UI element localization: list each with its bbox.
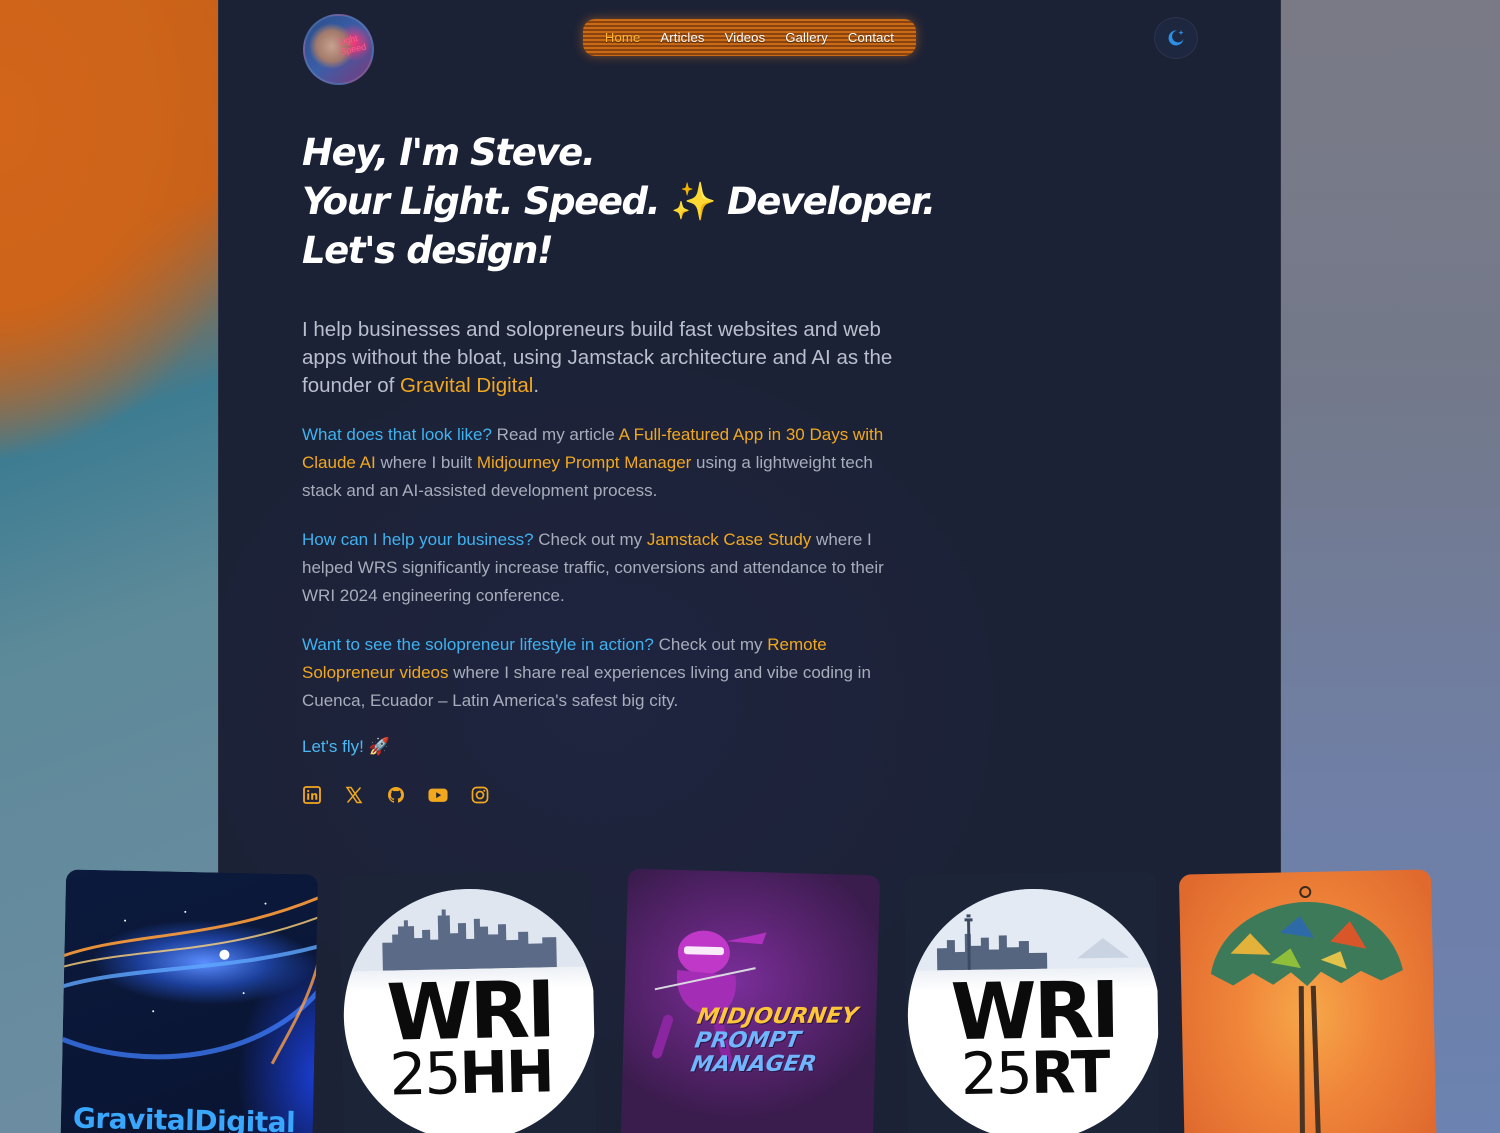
- hero-line-3: Let's design!: [302, 229, 554, 272]
- question-link-2[interactable]: How can I help your business?: [302, 530, 534, 549]
- wri-num: 25: [960, 1039, 1032, 1108]
- wri-25hh-text: 25HH: [344, 1036, 597, 1109]
- tiffany-lamp-graphic: [1210, 886, 1403, 1133]
- card-wri-25rt[interactable]: WRI 25RT: [903, 871, 1161, 1133]
- digital-text: Digital: [194, 1104, 296, 1133]
- avatar-neon-text: Light Speed: [337, 33, 368, 57]
- lets-fly-text: Let's fly!: [302, 737, 364, 756]
- hero-line-2a: Your Light. Speed.: [302, 180, 661, 223]
- para1-text-1: Read my article: [491, 425, 619, 444]
- lets-fly: Let's fly! 🚀: [302, 737, 390, 757]
- nav-contact[interactable]: Contact: [838, 30, 904, 45]
- para2-text-1: Check out my: [533, 530, 647, 549]
- gravital-digital-logo-text: GravitalDigital: [73, 1102, 296, 1133]
- theme-toggle-button[interactable]: [1154, 17, 1198, 59]
- nav-articles[interactable]: Articles: [650, 30, 714, 45]
- sparkles-emoji: ✨: [670, 180, 717, 223]
- instagram-icon[interactable]: [470, 785, 490, 805]
- wri-suffix: HH: [458, 1037, 554, 1108]
- ninja-graphic: [652, 930, 767, 1065]
- nav-gallery[interactable]: Gallery: [775, 30, 838, 45]
- lifestyle-paragraph: Want to see the solopreneur lifestyle in…: [302, 631, 902, 715]
- case-study-link[interactable]: Jamstack Case Study: [647, 530, 811, 549]
- midjourney-link[interactable]: Midjourney Prompt Manager: [477, 453, 691, 472]
- mj-line-1: MIDJOURNEY: [694, 1003, 860, 1030]
- midjourney-title: MIDJOURNEY PROMPT MANAGER: [687, 1003, 880, 1078]
- wri-num: 25: [388, 1039, 461, 1109]
- wri-25hh-logo: WRI 25HH: [341, 886, 598, 1133]
- business-paragraph: How can I help your business? Check out …: [302, 526, 902, 610]
- gravital-text: Gravital: [72, 1101, 195, 1133]
- gravital-digital-link[interactable]: Gravital Digital: [400, 374, 533, 397]
- question-link-1[interactable]: What does that look like?: [302, 425, 492, 444]
- hero-line-2b: Developer.: [726, 180, 936, 223]
- mj-line-2: PROMPT MANAGER: [688, 1027, 819, 1078]
- nav-videos[interactable]: Videos: [715, 30, 776, 45]
- card-gravital-digital[interactable]: GravitalDigital: [59, 869, 319, 1133]
- avatar[interactable]: Light Speed: [303, 14, 374, 85]
- card-wri-25hh[interactable]: WRI 25HH: [338, 870, 598, 1133]
- linkedin-icon[interactable]: [302, 785, 322, 805]
- card-midjourney-prompt-manager[interactable]: MIDJOURNEY PROMPT MANAGER: [619, 868, 881, 1133]
- seattle-skyline-graphic: [906, 887, 1160, 971]
- intro-paragraph: I help businesses and solopreneurs build…: [302, 316, 902, 400]
- youtube-icon[interactable]: [428, 785, 448, 805]
- moon-star-icon: [1168, 30, 1184, 46]
- social-links: [302, 785, 490, 805]
- intro-text: I help businesses and solopreneurs build…: [302, 318, 893, 397]
- article-paragraph: What does that look like? Read my articl…: [302, 421, 902, 505]
- hero-line-1: Hey, I'm Steve.: [302, 131, 596, 174]
- x-icon[interactable]: [344, 785, 364, 805]
- wri-suffix: RT: [1030, 1037, 1109, 1108]
- nav-home[interactable]: Home: [595, 30, 650, 45]
- hero-heading: Hey, I'm Steve. Your Light. Speed. ✨ Dev…: [302, 128, 936, 275]
- para3-text-1: Check out my: [653, 635, 768, 654]
- hero-line-2: Your Light. Speed. ✨ Developer.: [302, 177, 936, 226]
- card-tiffany-lamp[interactable]: [1178, 869, 1438, 1133]
- question-link-3[interactable]: Want to see the solopreneur lifestyle in…: [302, 635, 654, 654]
- city-skyline-graphic: [341, 886, 595, 972]
- wri-25rt-logo: WRI 25RT: [906, 887, 1161, 1133]
- wri-25rt-text: 25RT: [908, 1037, 1160, 1109]
- main-nav: Home Articles Videos Gallery Contact: [583, 19, 916, 56]
- github-icon[interactable]: [386, 785, 406, 805]
- rocket-icon: 🚀: [368, 737, 390, 756]
- intro-end: .: [533, 374, 540, 397]
- para1-text-2: where I built: [375, 453, 477, 472]
- light-streak-graphic: [59, 893, 319, 1065]
